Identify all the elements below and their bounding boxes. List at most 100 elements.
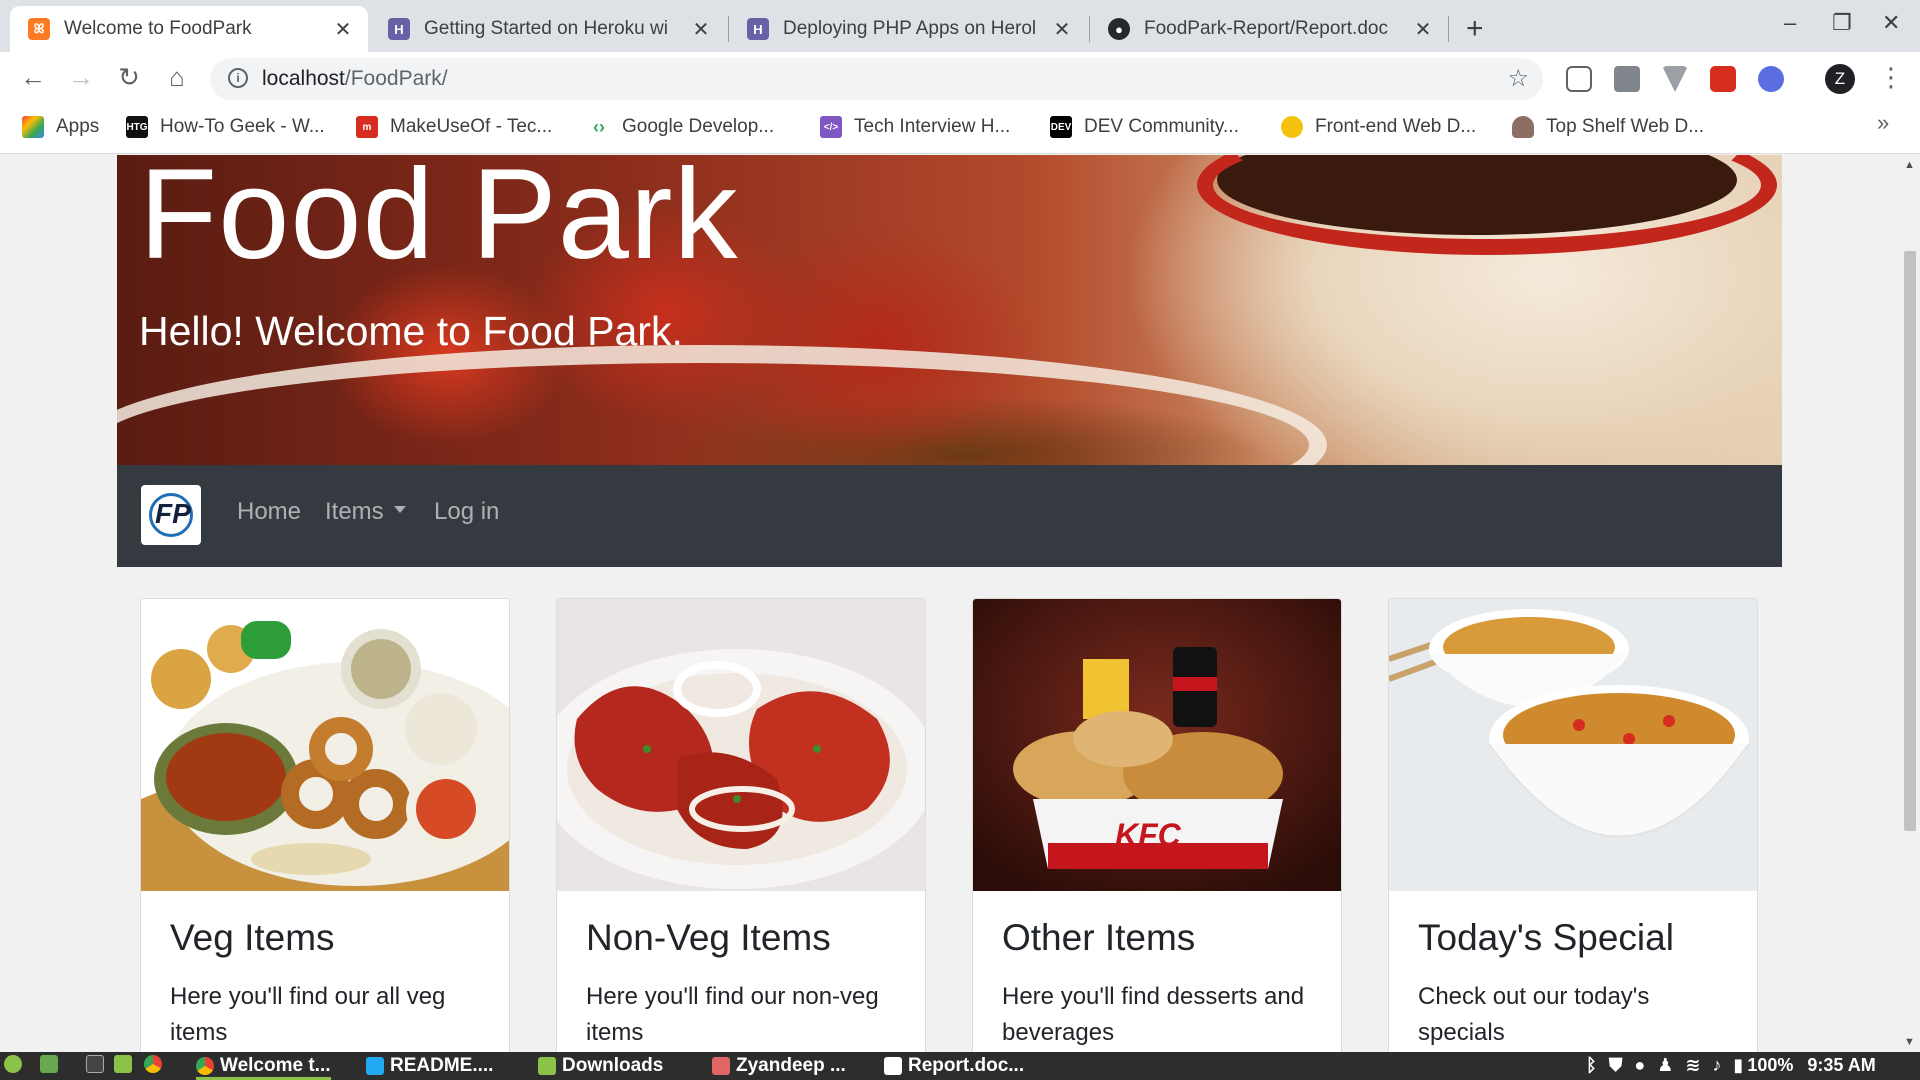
bookmark-google-developers[interactable]: ‹› Google Develop... <box>588 116 774 138</box>
task-report-window[interactable]: Report.doc... <box>884 1055 1024 1077</box>
close-window-button[interactable]: ✕ <box>1882 10 1900 36</box>
frontend-icon <box>1281 116 1303 138</box>
nav-login-link[interactable]: Log in <box>434 498 499 526</box>
home-button[interactable]: ⌂ <box>162 62 192 93</box>
browser-toolbar: ← → ↻ ⌂ i localhost/FoodPark/ ☆ Z ⋮ <box>0 52 1920 104</box>
bookmark-top-shelf[interactable]: Top Shelf Web D... <box>1512 116 1704 138</box>
xampp-icon: ꕤ <box>28 18 50 40</box>
tab-strip: ꕤ Welcome to FoodPark ✕ H Getting Starte… <box>0 0 1920 52</box>
menu-launcher[interactable] <box>4 1055 28 1073</box>
card-text: Here you'll find our all veg items <box>170 983 446 1046</box>
bluetooth-icon[interactable]: ᛒ <box>1586 1055 1597 1076</box>
tab-separator <box>1448 16 1449 42</box>
launcher-terminal[interactable] <box>86 1055 110 1073</box>
topshelf-icon <box>1512 116 1534 138</box>
heroku-icon: H <box>388 18 410 40</box>
shield-icon[interactable]: ⛊ <box>1609 1055 1623 1076</box>
bookmark-tech-interview[interactable]: </> Tech Interview H... <box>820 116 1010 138</box>
user-icon[interactable]: ♟ <box>1657 1055 1673 1076</box>
terminal-icon <box>86 1055 104 1073</box>
card-text: Check out our today's specials <box>1418 983 1650 1046</box>
bookmark-label: Top Shelf Web D... <box>1546 116 1705 137</box>
cup-rim-decoration <box>1197 155 1777 255</box>
close-tab-icon[interactable]: ✕ <box>1051 17 1073 42</box>
close-tab-icon[interactable]: ✕ <box>332 17 354 42</box>
wifi-icon[interactable]: ≋ <box>1685 1055 1700 1076</box>
card-veg-items[interactable]: Veg Items Here you'll find our all veg i… <box>140 598 510 1052</box>
bookmarks-bar: Apps HTG How-To Geek - W... m MakeUseOf … <box>0 104 1920 154</box>
bookmark-label: Front-end Web D... <box>1315 116 1477 137</box>
task-chrome-window[interactable]: Welcome t... <box>196 1055 331 1080</box>
card-title: Non-Veg Items <box>586 917 831 958</box>
tab-heroku-getting-started[interactable]: H Getting Started on Heroku wi ✕ <box>370 6 726 52</box>
vscode-icon <box>366 1057 384 1075</box>
close-tab-icon[interactable]: ✕ <box>1412 17 1434 42</box>
nav-items-dropdown[interactable]: Items <box>325 498 406 526</box>
browser-menu-icon[interactable]: ⋮ <box>1878 62 1904 93</box>
bookmark-makeuseof[interactable]: m MakeUseOf - Tec... <box>356 116 552 138</box>
site-info-icon[interactable]: i <box>228 68 248 88</box>
task-downloads-window[interactable]: Downloads <box>538 1055 663 1077</box>
bookmark-apps[interactable]: Apps <box>22 116 99 138</box>
caret-down-icon <box>393 506 406 514</box>
pocket-extension-icon[interactable] <box>1566 66 1592 92</box>
launcher-chrome[interactable] <box>144 1055 168 1073</box>
scroll-up-arrow-icon[interactable]: ▲ <box>1904 159 1915 171</box>
card-todays-special[interactable]: Today's Special Check out our today's sp… <box>1388 598 1758 1052</box>
card-other-items[interactable]: KFC Other Items Here you'll find dessert… <box>972 598 1342 1052</box>
checker-extension-icon[interactable] <box>1758 66 1784 92</box>
volume-icon[interactable]: ♪ <box>1712 1055 1721 1076</box>
bookmark-label: MakeUseOf - Tec... <box>390 116 553 137</box>
card-non-veg-items[interactable]: Non-Veg Items Here you'll find our non-v… <box>556 598 926 1052</box>
forward-button[interactable]: → <box>66 62 96 93</box>
nav-home-link[interactable]: Home <box>237 498 301 526</box>
url-text: localhost/FoodPark/ <box>262 67 448 91</box>
site-navbar: FP Home Items Log in <box>117 465 1782 567</box>
card-text: Here you'll find our non-veg items <box>586 983 879 1046</box>
new-tab-button[interactable]: + <box>1466 12 1484 46</box>
bookmark-howtogeek[interactable]: HTG How-To Geek - W... <box>126 116 325 138</box>
tab-welcome-foodpark[interactable]: ꕤ Welcome to FoodPark ✕ <box>10 6 368 52</box>
foodpark-logo[interactable]: FP <box>141 485 201 545</box>
bookmark-frontend-web[interactable]: Front-end Web D... <box>1281 116 1476 138</box>
bookmarks-overflow-button[interactable]: » <box>1877 110 1889 136</box>
bookmark-label: Apps <box>56 116 100 137</box>
bookmark-label: Google Develop... <box>622 116 775 137</box>
page-scrollbar[interactable]: ▲ ▼ <box>1900 155 1920 1052</box>
card-text: Here you'll find desserts and beverages <box>1002 983 1305 1046</box>
bookmark-label: Tech Interview H... <box>854 116 1011 137</box>
tab-title: Getting Started on Heroku wi <box>424 18 668 39</box>
minimize-button[interactable]: – <box>1784 10 1796 36</box>
tab-heroku-php[interactable]: H Deploying PHP Apps on Herol ✕ <box>729 6 1087 52</box>
hero-subtitle: Hello! Welcome to Food Park. <box>139 308 683 354</box>
paint-icon <box>712 1057 730 1075</box>
plate-decoration <box>117 345 1327 465</box>
battery-icon[interactable]: ▮ <box>1733 1055 1743 1076</box>
scroll-down-arrow-icon[interactable]: ▼ <box>1904 1036 1915 1048</box>
task-paint-window[interactable]: Zyandeep ... <box>712 1055 846 1077</box>
bookmark-label: DEV Community... <box>1084 116 1239 137</box>
folder-icon <box>538 1057 556 1075</box>
tab-github-report[interactable]: ● FoodPark-Report/Report.doc ✕ <box>1090 6 1448 52</box>
logo-letters: FP <box>155 498 191 529</box>
show-desktop-button[interactable] <box>40 1055 64 1073</box>
vue-devtools-icon[interactable] <box>1662 66 1688 92</box>
bookmark-dev-community[interactable]: DEV DEV Community... <box>1050 116 1239 138</box>
bookmark-star-icon[interactable]: ☆ <box>1507 64 1529 93</box>
address-bar[interactable]: i localhost/FoodPark/ ☆ <box>210 58 1543 100</box>
restore-button[interactable]: ❐ <box>1832 10 1852 36</box>
google-dev-icon: ‹› <box>593 116 605 137</box>
notification-icon[interactable]: ● <box>1634 1055 1645 1076</box>
back-button[interactable]: ← <box>18 62 48 93</box>
launcher-files[interactable] <box>114 1055 138 1073</box>
profile-avatar[interactable]: Z <box>1825 64 1855 94</box>
close-tab-icon[interactable]: ✕ <box>690 17 712 42</box>
scrollbar-thumb[interactable] <box>1904 251 1916 831</box>
screenshot-extension-icon[interactable] <box>1614 66 1640 92</box>
bookmark-extension-icon[interactable] <box>1710 66 1736 92</box>
bookmark-label: How-To Geek - W... <box>160 116 325 137</box>
reload-button[interactable]: ↻ <box>114 62 144 93</box>
clock[interactable]: 9:35 AM <box>1807 1055 1875 1076</box>
task-vscode-window[interactable]: README.... <box>366 1055 493 1077</box>
veg-thali-image <box>141 599 509 891</box>
